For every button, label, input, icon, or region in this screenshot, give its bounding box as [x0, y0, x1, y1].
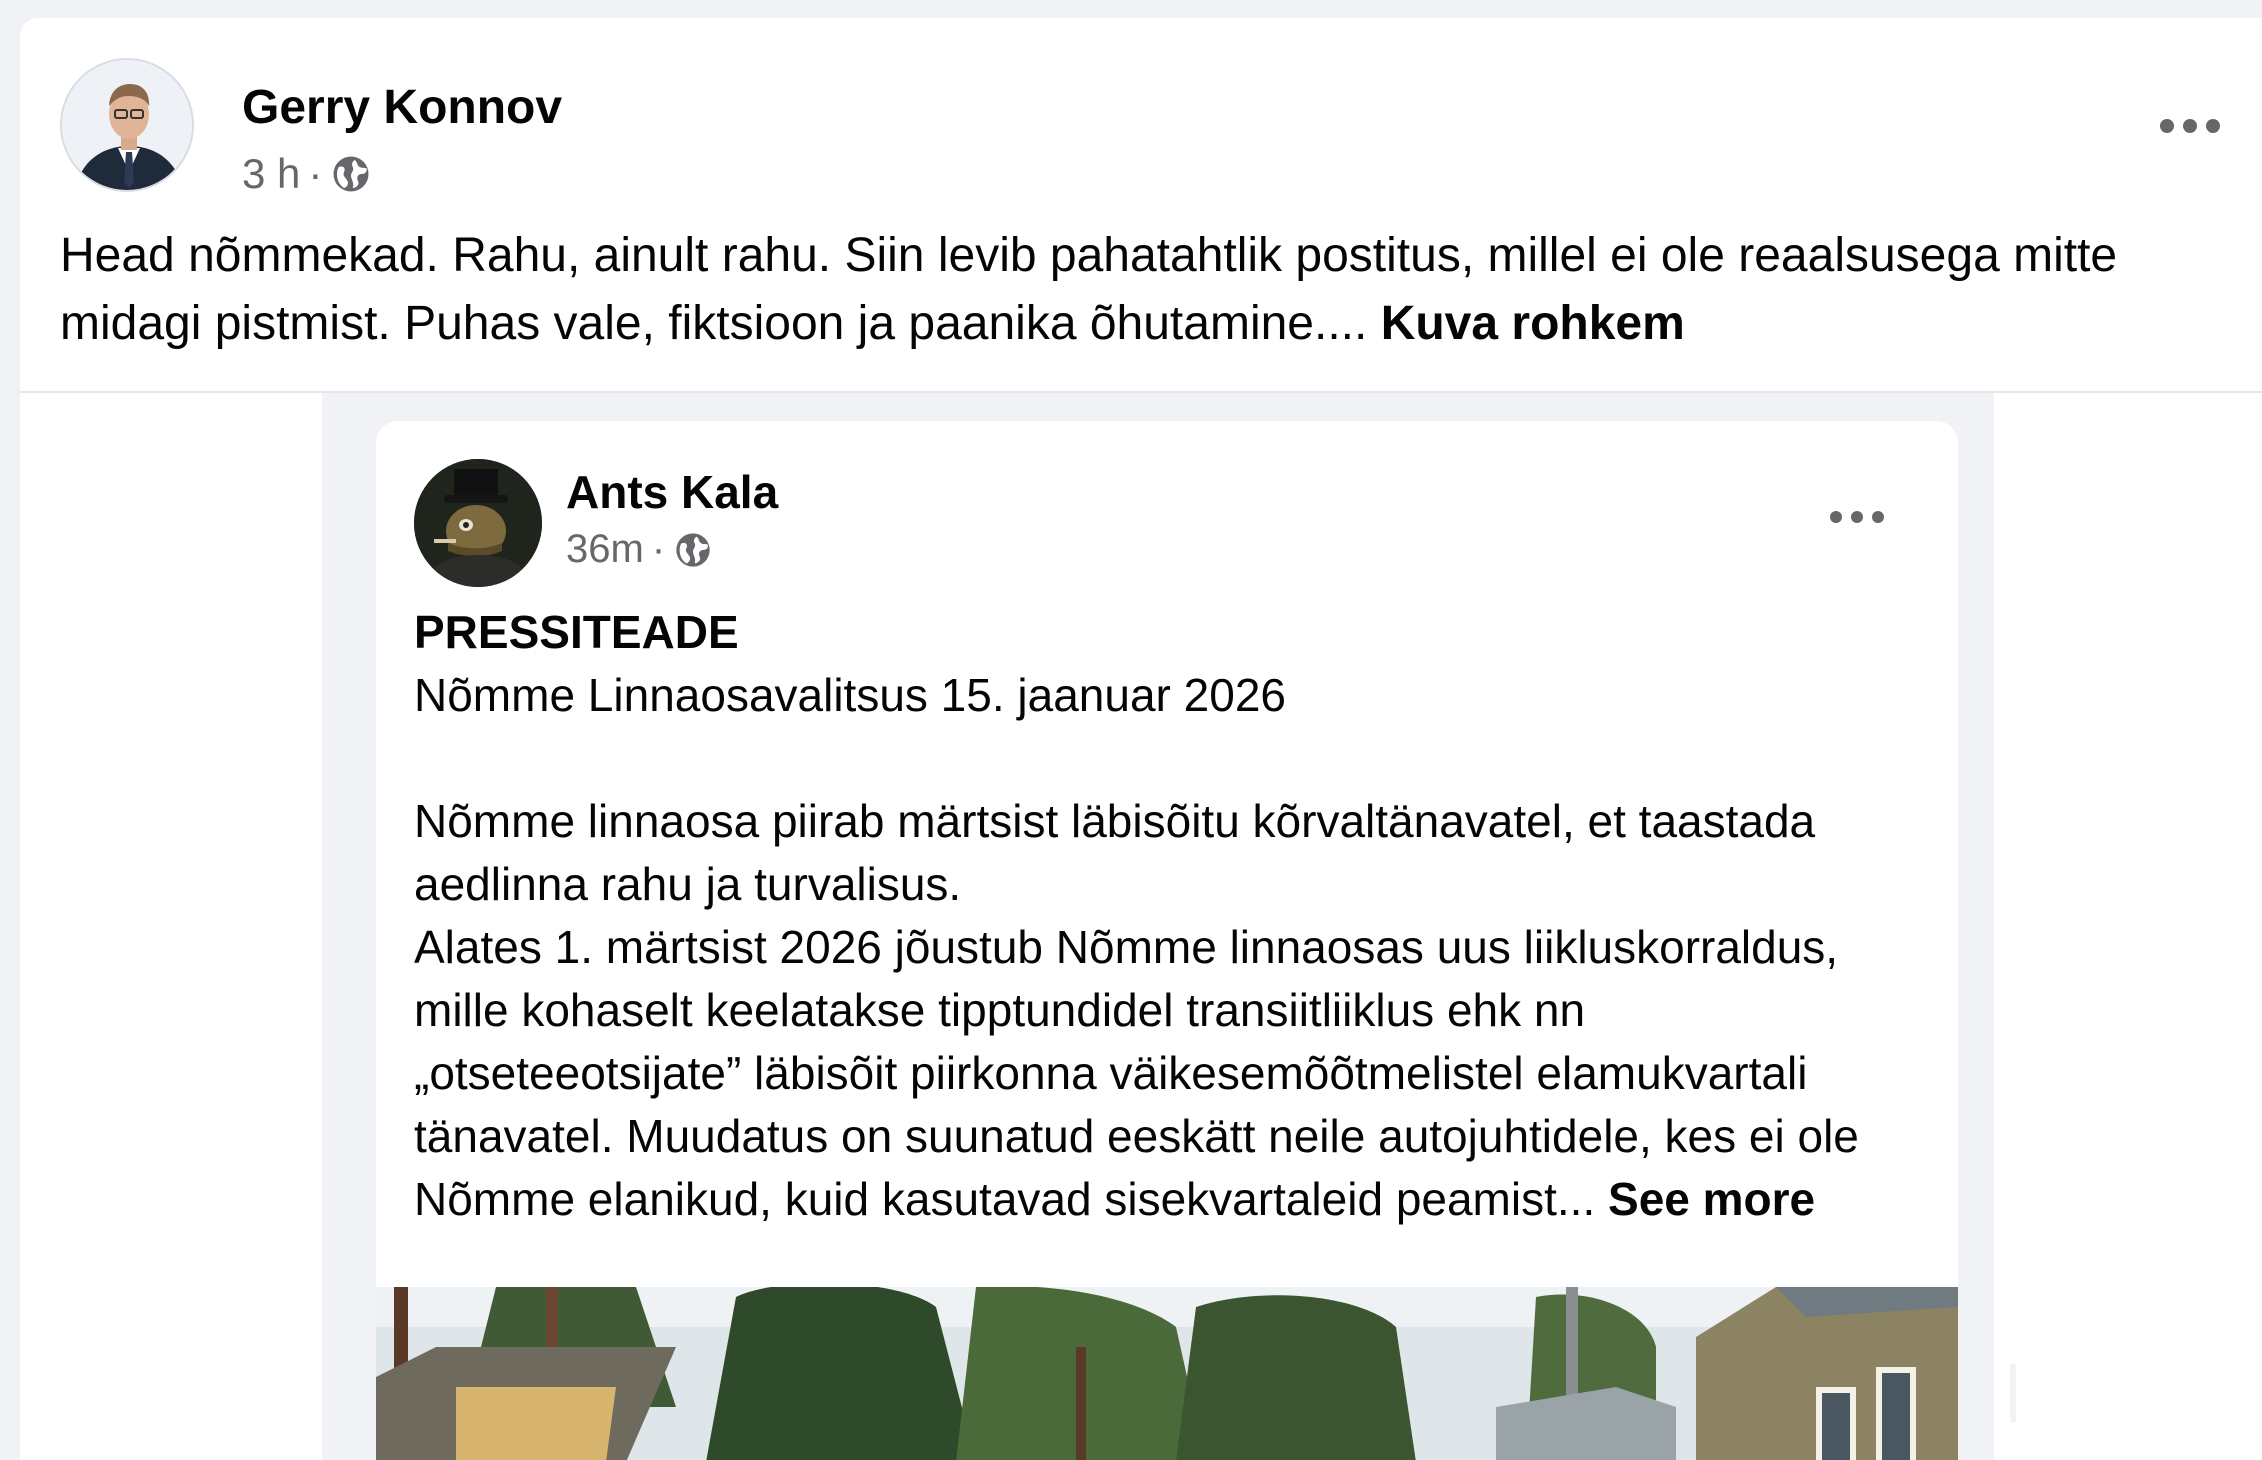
shared-post-card[interactable]: Ants Kala 36m · PRESSITEADE Nõmme Linnao…: [376, 421, 1958, 1460]
post-meta: 3 h ·: [242, 150, 372, 198]
more-options-icon[interactable]: [2160, 106, 2220, 146]
press-release-text: Alates 1. märtsist 2026 jõustub Nõmme li…: [414, 916, 1924, 1231]
post-card: Gerry Konnov 3 h · Head nõmmekad. Rahu, …: [20, 18, 2262, 1460]
shared-post-image[interactable]: [376, 1287, 1958, 1460]
post-time[interactable]: 3 h: [242, 150, 300, 198]
author-avatar[interactable]: [60, 58, 194, 192]
shared-post-meta: 36m ·: [566, 527, 713, 572]
shared-more-options-icon[interactable]: [1830, 499, 1884, 535]
meta-separator: ·: [308, 150, 323, 197]
author-name[interactable]: Gerry Konnov: [242, 80, 562, 135]
shared-meta-separator: ·: [651, 527, 666, 571]
post-header: Gerry Konnov 3 h ·: [60, 58, 2220, 197]
globe-icon[interactable]: [673, 530, 713, 570]
see-more-link[interactable]: Kuva rohkem: [1381, 297, 1685, 350]
scroll-edge: [2010, 1363, 2016, 1423]
press-release-title: PRESSITEADE: [414, 606, 739, 658]
shared-post-header: Ants Kala 36m ·: [414, 459, 1924, 587]
shared-post-area: Ants Kala 36m · PRESSITEADE Nõmme Linnao…: [20, 391, 2262, 1460]
post-text-body: Head nõmmekad. Rahu, ainult rahu. Siin l…: [60, 229, 2118, 350]
shared-post-body: PRESSITEADE Nõmme Linnaosavalitsus 15. j…: [414, 601, 1924, 1231]
shared-post-time[interactable]: 36m: [566, 527, 644, 572]
globe-icon[interactable]: [330, 153, 372, 195]
press-release-subtitle: Nõmme Linnaosavalitsus 15. jaanuar 2026: [414, 669, 1286, 721]
shared-author-name[interactable]: Ants Kala: [566, 465, 778, 519]
post-text: Head nõmmekad. Rahu, ainult rahu. Siin l…: [60, 222, 2240, 358]
press-release-lead: Nõmme linnaosa piirab märtsist läbisõitu…: [414, 795, 1816, 910]
shared-author-avatar[interactable]: [414, 459, 542, 587]
shared-see-more-link[interactable]: See more: [1608, 1173, 1815, 1225]
